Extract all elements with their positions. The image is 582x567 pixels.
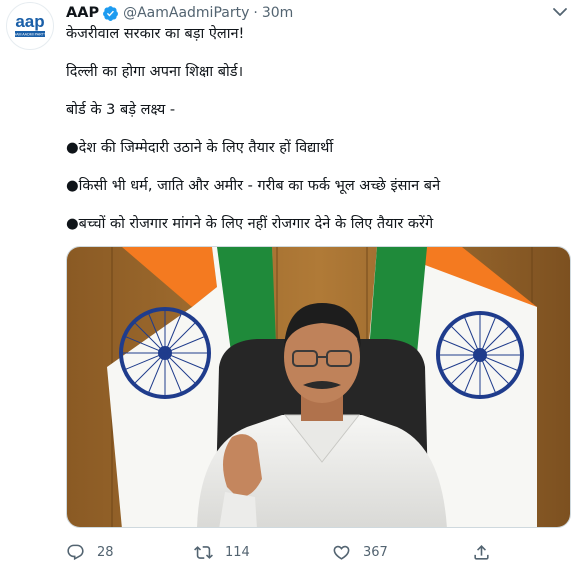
share-button[interactable] <box>472 540 491 564</box>
tweet-actions: 28 114 367 <box>66 540 526 564</box>
heart-icon <box>333 545 350 560</box>
tweet-timestamp[interactable]: 30m <box>262 5 293 21</box>
tweet[interactable]: aap AAM AADMI PARTY AAP @AamAadmiParty ·… <box>0 0 582 567</box>
tweet-photo[interactable] <box>66 246 571 528</box>
tweet-line: केजरीवाल सरकार का बड़ा ऐलान! <box>66 26 245 42</box>
share-icon <box>474 544 489 560</box>
verified-badge-icon <box>102 5 119 22</box>
avatar-logo-subtext: AAM AADMI PARTY <box>14 33 47 37</box>
display-name[interactable]: AAP <box>66 5 99 21</box>
tweet-line: बोर्ड के 3 बड़े लक्ष्य - <box>66 102 176 118</box>
more-options-icon[interactable] <box>550 4 570 20</box>
like-count: 367 <box>363 544 388 560</box>
like-button[interactable]: 367 <box>332 540 388 564</box>
tweet-line: ●किसी भी धर्म, जाति और अमीर - गरीब का फर… <box>66 178 441 194</box>
user-handle[interactable]: @AamAadmiParty <box>123 5 249 21</box>
separator-dot: · <box>253 5 258 21</box>
tweet-text: केजरीवाल सरकार का बड़ा ऐलान! दिल्ली का ह… <box>66 25 571 234</box>
avatar-logo-text: aap <box>15 12 44 31</box>
reply-button[interactable]: 28 <box>66 540 114 564</box>
retweet-icon <box>194 545 213 559</box>
avatar[interactable]: aap AAM AADMI PARTY <box>6 2 54 50</box>
retweet-button[interactable]: 114 <box>194 540 250 564</box>
reply-count: 28 <box>97 544 114 560</box>
tweet-line: दिल्ली का होगा अपना शिक्षा बोर्ड। <box>66 64 244 80</box>
retweet-count: 114 <box>225 544 250 560</box>
tweet-line: ●देश की जिम्मेदारी उठाने के लिए तैयार हो… <box>66 140 334 156</box>
tweet-line: ●बच्चों को रोजगार मांगने के लिए नहीं रोज… <box>66 216 434 232</box>
tweet-header: AAP @AamAadmiParty · 30m <box>66 3 293 23</box>
aap-logo: aap AAM AADMI PARTY <box>14 12 47 37</box>
reply-icon <box>67 544 84 560</box>
